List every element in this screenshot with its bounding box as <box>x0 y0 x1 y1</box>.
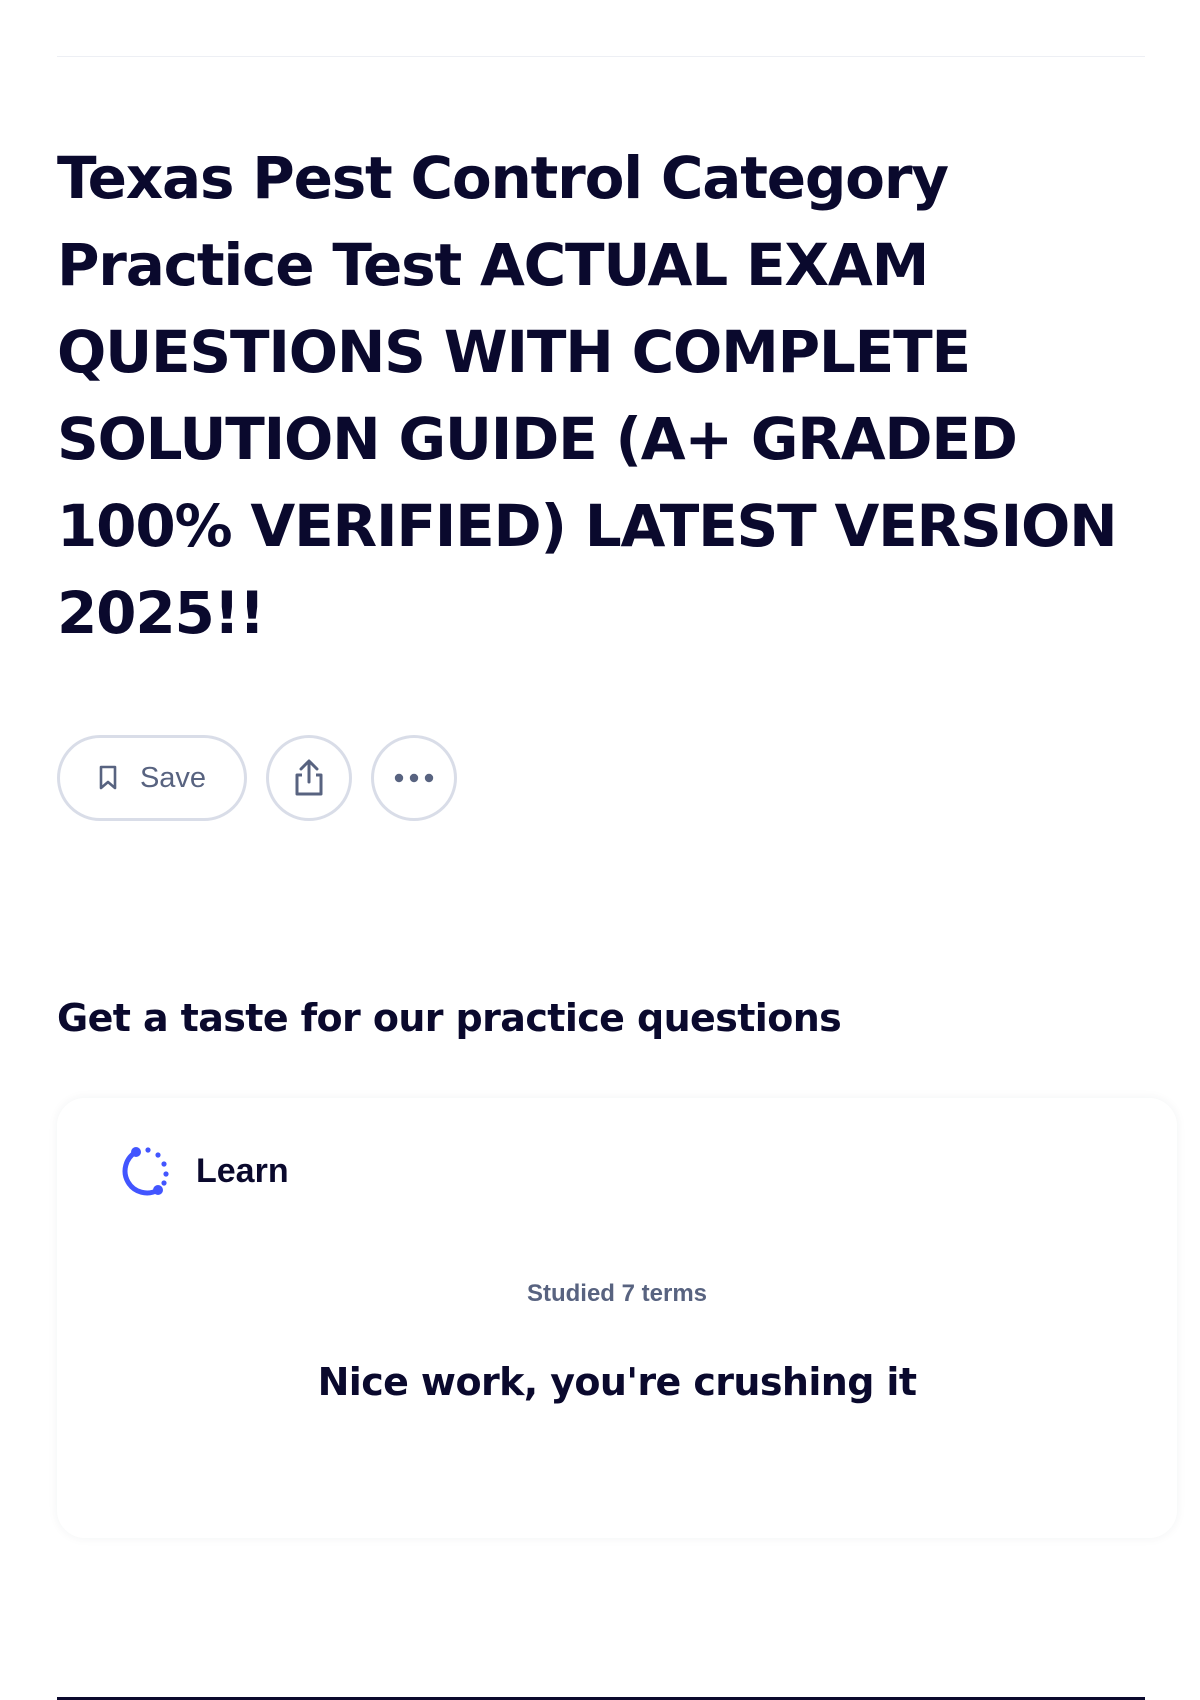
page-title: Texas Pest Control Category Practice Tes… <box>57 144 1118 647</box>
share-button[interactable] <box>266 735 352 821</box>
action-bar: Save <box>57 735 457 821</box>
more-options-icon <box>394 773 434 783</box>
learn-card[interactable]: Learn Studied 7 terms Nice work, you're … <box>57 1098 1177 1538</box>
more-options-button[interactable] <box>371 735 457 821</box>
save-label: Save <box>139 761 207 794</box>
save-button[interactable]: Save <box>57 735 247 821</box>
practice-section-heading: Get a taste for our practice questions <box>57 996 842 1040</box>
learn-mode-label: Learn <box>196 1151 289 1190</box>
share-icon <box>295 759 323 796</box>
learn-progress-icon <box>122 1147 169 1196</box>
encouragement-message: Nice work, you're crushing it <box>317 1360 917 1404</box>
studied-count-text: Studied 7 terms <box>526 1280 708 1307</box>
top-divider <box>57 56 1145 57</box>
learn-card-header: Learn <box>114 1141 289 1201</box>
bookmark-icon <box>99 765 117 790</box>
